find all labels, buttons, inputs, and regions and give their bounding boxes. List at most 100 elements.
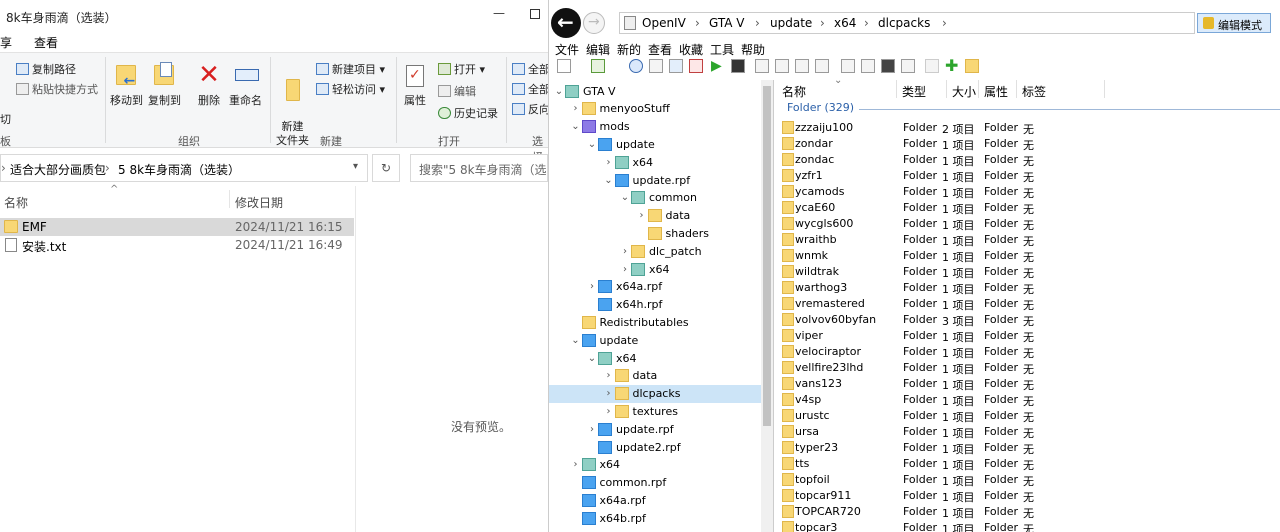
tree-item[interactable]: › dlc_patch: [549, 242, 761, 260]
tree-item[interactable]: ⌄ x64: [549, 349, 761, 367]
list-row[interactable]: wycgls600 Folder 1 项目 Folder 无: [780, 216, 1280, 232]
menu-file[interactable]: 文件: [555, 41, 579, 58]
back-button[interactable]: ←: [551, 8, 581, 38]
chevron-right-icon[interactable]: ›: [636, 210, 648, 221]
list-row[interactable]: wnmk Folder 1 项目 Folder 无: [780, 248, 1280, 264]
tree-item[interactable]: › x64: [549, 456, 761, 474]
tab-share[interactable]: 享: [0, 34, 12, 51]
paste-shortcut-button[interactable]: 粘贴快捷方式: [16, 81, 98, 97]
tree-item[interactable]: Redistributables: [549, 313, 761, 331]
tree-item[interactable]: x64b.rpf: [549, 509, 761, 527]
path-segment[interactable]: GTA V: [709, 16, 745, 30]
rename-file-icon[interactable]: [775, 59, 789, 73]
list-row[interactable]: topcar911 Folder 1 项目 Folder 无: [780, 488, 1280, 504]
menu-new[interactable]: 新的: [617, 41, 641, 58]
list-row[interactable]: viper Folder 1 项目 Folder 无: [780, 328, 1280, 344]
tree-item[interactable]: ⌄ update: [549, 331, 761, 349]
menu-help[interactable]: 帮助: [741, 41, 765, 58]
list-row[interactable]: v4sp Folder 1 项目 Folder 无: [780, 392, 1280, 408]
tree-item[interactable]: shaders: [549, 224, 761, 242]
tree-item[interactable]: ⌄ GTA V: [549, 82, 761, 100]
select-none-button[interactable]: 全部: [512, 81, 548, 97]
list-row[interactable]: yzfr1 Folder 1 项目 Folder 无: [780, 168, 1280, 184]
copy-path-button[interactable]: 复制路径: [16, 61, 76, 77]
group-header[interactable]: Folder (329): [787, 101, 854, 114]
breadcrumb-item[interactable]: 适合大部分画质包: [10, 161, 106, 178]
document-icon[interactable]: [795, 59, 809, 73]
list-row[interactable]: ycaE60 Folder 1 项目 Folder 无: [780, 200, 1280, 216]
chevron-right-icon[interactable]: ›: [570, 103, 582, 114]
column-tag[interactable]: 标签: [1022, 83, 1046, 100]
chevron-down-icon[interactable]: ⌄: [619, 192, 631, 203]
path-bar[interactable]: OpenIV › GTA V › update › x64 › dlcpacks…: [619, 12, 1195, 34]
path-segment[interactable]: OpenIV: [642, 16, 686, 30]
list-row[interactable]: ycamods Folder 1 项目 Folder 无: [780, 184, 1280, 200]
new-folder-icon[interactable]: [965, 59, 979, 73]
menu-favorites[interactable]: 收藏: [679, 41, 703, 58]
play-icon[interactable]: ▶: [711, 59, 725, 73]
list-row[interactable]: zzzaiju100 Folder 2 项目 Folder 无: [780, 120, 1280, 136]
scrollbar-thumb[interactable]: [763, 86, 771, 426]
chevron-right-icon[interactable]: ›: [586, 424, 598, 435]
forward-button[interactable]: →: [583, 12, 605, 34]
list-row[interactable]: wildtrak Folder 1 项目 Folder 无: [780, 264, 1280, 280]
list-row[interactable]: velociraptor Folder 1 项目 Folder 无: [780, 344, 1280, 360]
easy-access-button[interactable]: 轻松访问 ▾: [316, 81, 385, 97]
move-icon[interactable]: [841, 59, 855, 73]
path-segment[interactable]: update: [770, 16, 812, 30]
list-row[interactable]: urustc Folder 1 项目 Folder 无: [780, 408, 1280, 424]
tree-item[interactable]: › x64: [549, 153, 761, 171]
column-name[interactable]: 名称: [4, 194, 28, 211]
edit-button[interactable]: 编辑: [438, 83, 476, 99]
chevron-right-icon[interactable]: ›: [603, 388, 615, 399]
tree-item[interactable]: common.rpf: [549, 474, 761, 492]
list-row[interactable]: warthog3 Folder 1 项目 Folder 无: [780, 280, 1280, 296]
minimize-icon[interactable]: —: [492, 6, 506, 20]
list-row[interactable]: zondac Folder 1 项目 Folder 无: [780, 152, 1280, 168]
tree-item[interactable]: update2.rpf: [549, 438, 761, 456]
file-row[interactable]: 安装.txt 2024/11/21 16:49: [0, 236, 354, 254]
move-to-button[interactable]: ← 移动到: [110, 61, 143, 108]
copy-to-button[interactable]: 复制到: [148, 61, 181, 108]
tree-item[interactable]: › update.rpf: [549, 420, 761, 438]
file-row[interactable]: EMF 2024/11/21 16:15: [0, 218, 354, 236]
refresh-button[interactable]: ↻: [372, 154, 400, 182]
new-file-icon[interactable]: [557, 59, 571, 73]
chevron-down-icon[interactable]: ▾: [353, 161, 358, 172]
tree-item[interactable]: x64h.rpf: [549, 296, 761, 314]
chevron-down-icon[interactable]: ⌄: [586, 139, 598, 150]
chevron-down-icon[interactable]: ⌄: [570, 121, 582, 132]
search-input[interactable]: 搜索"5 8k车身雨滴（选装）": [410, 154, 548, 182]
properties-button[interactable]: ✓ 属性: [402, 61, 428, 108]
list-row[interactable]: vellfire23lhd Folder 1 项目 Folder 无: [780, 360, 1280, 376]
tree-item[interactable]: › textures: [549, 402, 761, 420]
path-segment[interactable]: dlcpacks: [878, 16, 930, 30]
chevron-down-icon[interactable]: ⌄: [603, 175, 615, 186]
list-row[interactable]: topcar3 Folder 1 项目 Folder 无: [780, 520, 1280, 532]
list-row[interactable]: ursa Folder 1 项目 Folder 无: [780, 424, 1280, 440]
chevron-down-icon[interactable]: ⌄: [586, 353, 598, 364]
chevron-right-icon[interactable]: ›: [570, 459, 582, 470]
copy-icon[interactable]: [815, 59, 829, 73]
chevron-right-icon[interactable]: ›: [619, 246, 631, 257]
column-size[interactable]: 大小: [952, 83, 976, 100]
chevron-down-icon[interactable]: ⌄: [553, 86, 565, 97]
tree-item[interactable]: › menyooStuff: [549, 100, 761, 118]
menu-view[interactable]: 查看: [648, 41, 672, 58]
tree-item[interactable]: ⌄ mods: [549, 118, 761, 136]
maximize-icon[interactable]: [530, 9, 540, 19]
window-icon[interactable]: [669, 59, 683, 73]
tree-item[interactable]: › data: [549, 367, 761, 385]
new-item-button[interactable]: 新建项目 ▾: [316, 61, 385, 77]
chevron-right-icon[interactable]: ›: [603, 157, 615, 168]
rename-button[interactable]: 重命名: [229, 61, 262, 108]
list-row[interactable]: topfoil Folder 1 项目 Folder 无: [780, 472, 1280, 488]
chart-icon[interactable]: [689, 59, 703, 73]
new-folder-button[interactable]: 新建 文件夹: [276, 61, 309, 148]
list-row[interactable]: TOPCAR720 Folder 1 项目 Folder 无: [780, 504, 1280, 520]
tree-scrollbar[interactable]: [761, 80, 773, 532]
column-type[interactable]: 类型: [902, 83, 926, 100]
breadcrumb-item[interactable]: 5 8k车身雨滴（选装）: [118, 161, 240, 178]
tree-item[interactable]: x64a.rpf: [549, 491, 761, 509]
chevron-right-icon[interactable]: ›: [603, 406, 615, 417]
